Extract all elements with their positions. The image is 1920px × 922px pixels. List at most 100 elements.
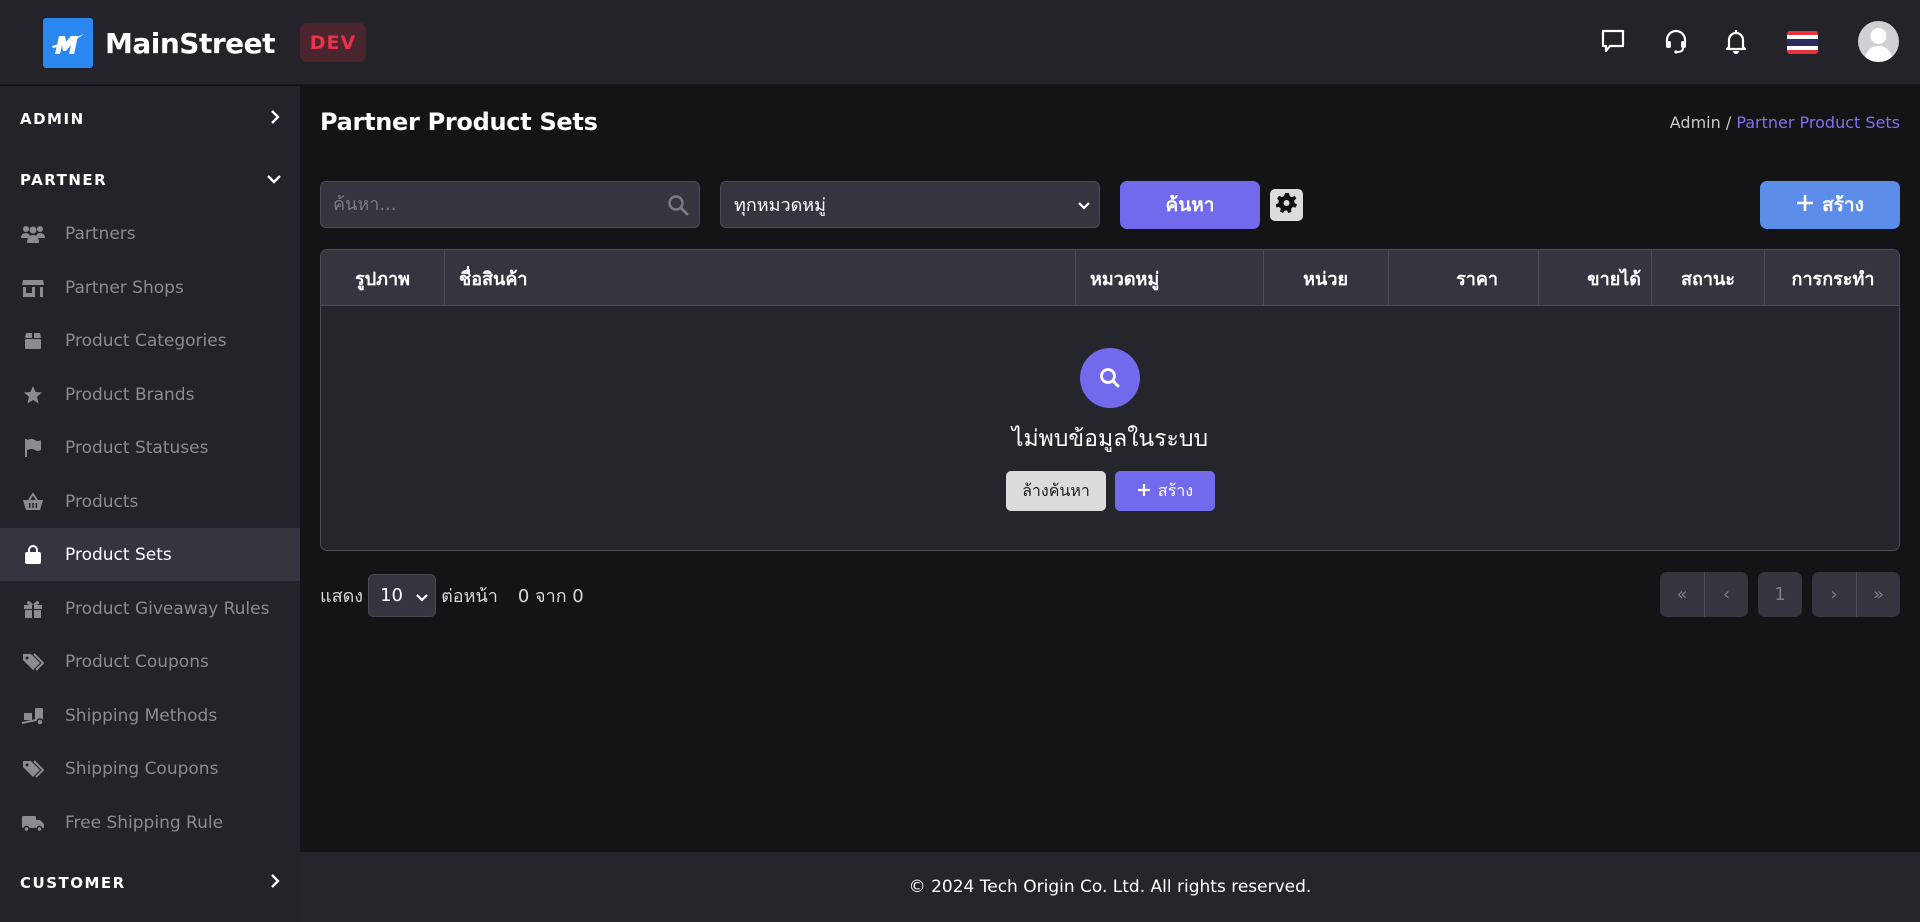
breadcrumb-separator: / — [1720, 113, 1737, 132]
dolly-icon — [21, 704, 45, 728]
show-label: แสดง — [320, 586, 364, 607]
footer: © 2024 Tech Origin Co. Ltd. All rights r… — [300, 852, 1920, 922]
truck-icon — [21, 811, 45, 835]
record-count: 0 จาก 0 — [517, 586, 584, 607]
tags-icon — [21, 650, 45, 674]
sidebar-item-shipping-methods[interactable]: Shipping Methods — [0, 689, 300, 742]
column-header-actions: การกระทำ — [1791, 268, 1875, 290]
sidebar-item-label: Product Giveaway Rules — [65, 598, 270, 619]
pagination-forward-group: › » — [1812, 572, 1900, 617]
sidebar-item-label: Partner Shops — [65, 277, 184, 298]
product-sets-table: รูปภาพ ชื่อสินค้า หมวดหมู่ หน่วย ราคา ขา… — [320, 249, 1900, 551]
sidebar-section-admin[interactable]: ADMIN — [20, 104, 282, 134]
clear-search-button[interactable]: ล้างค้นหา — [1006, 471, 1106, 511]
sidebar-item-label: Product Statuses — [65, 437, 209, 458]
breadcrumb-root[interactable]: Admin — [1670, 113, 1721, 132]
section-label: PARTNER — [20, 171, 108, 189]
sidebar-item-label: Product Coupons — [65, 651, 209, 672]
empty-search-icon — [1080, 348, 1140, 408]
sidebar-item-product-brands[interactable]: Product Brands — [0, 368, 300, 421]
column-header-price[interactable]: ราคา — [1389, 250, 1539, 306]
gear-icon — [1275, 192, 1298, 218]
breadcrumb-current: Partner Product Sets — [1736, 113, 1900, 132]
column-header-image[interactable]: รูปภาพ — [321, 250, 445, 306]
section-label: CUSTOMER — [20, 874, 126, 892]
box-icon — [21, 329, 45, 353]
next-page-button[interactable]: › — [1812, 572, 1856, 617]
sidebar-item-label: Shipping Coupons — [65, 758, 219, 779]
column-header-unit[interactable]: หน่วย — [1264, 250, 1389, 306]
create-button[interactable]: สร้าง — [1760, 181, 1900, 229]
per-page-value: 10 — [380, 585, 403, 606]
empty-create-button[interactable]: สร้าง — [1115, 471, 1215, 511]
chevron-down-icon — [266, 171, 282, 190]
column-header-sellable[interactable]: ขายได้ — [1539, 250, 1652, 306]
sidebar-item-products[interactable]: Products — [0, 475, 300, 528]
copyright-text: © 2024 Tech Origin Co. Ltd. All rights r… — [908, 877, 1312, 897]
first-page-button[interactable]: « — [1660, 572, 1704, 617]
column-header-product-name[interactable]: ชื่อสินค้า — [445, 250, 1076, 306]
chevron-down-icon — [415, 589, 429, 610]
top-bar: MainStreet DEV — [0, 0, 1920, 85]
shopping-bag-icon — [21, 543, 45, 567]
chevron-right-icon — [268, 109, 282, 129]
tags-icon — [21, 757, 45, 781]
pagination-back-group: « ‹ — [1660, 572, 1748, 617]
sidebar-item-partner-shops[interactable]: Partner Shops — [0, 261, 300, 314]
settings-button[interactable] — [1270, 189, 1303, 221]
sidebar-item-label: Free Shipping Rule — [65, 812, 224, 833]
section-label: ADMIN — [20, 110, 85, 128]
column-header-status[interactable]: สถานะ — [1652, 250, 1765, 306]
sidebar: ADMIN PARTNER Partners Partner Shops Pro… — [0, 86, 300, 922]
sidebar-section-customer[interactable]: CUSTOMER — [20, 868, 282, 898]
sidebar-item-label: Product Categories — [65, 330, 227, 351]
bell-icon[interactable] — [1721, 26, 1751, 56]
gift-icon — [21, 597, 45, 621]
brand-name: MainStreet — [105, 26, 276, 60]
main-content: Partner Product Sets Admin / Partner Pro… — [300, 86, 1920, 852]
sidebar-section-partner[interactable]: PARTNER — [20, 165, 282, 195]
star-icon — [21, 383, 45, 407]
chat-icon[interactable] — [1598, 26, 1628, 56]
per-page-suffix: ต่อหน้า — [441, 586, 498, 607]
mainstreet-logo-icon — [43, 18, 93, 68]
breadcrumb: Admin / Partner Product Sets — [1670, 113, 1900, 132]
sidebar-item-product-statuses[interactable]: Product Statuses — [0, 421, 300, 474]
sidebar-item-partners[interactable]: Partners — [0, 207, 300, 260]
sidebar-item-free-shipping-rule[interactable]: Free Shipping Rule — [0, 796, 300, 849]
sidebar-item-product-giveaway-rules[interactable]: Product Giveaway Rules — [0, 582, 300, 635]
page-number-button[interactable]: 1 — [1758, 572, 1802, 617]
flag-icon — [21, 436, 45, 460]
category-select[interactable]: ทุกหมวดหมู่ — [720, 181, 1100, 228]
search-icon[interactable] — [667, 194, 689, 220]
search-field — [320, 181, 700, 228]
sidebar-item-product-coupons[interactable]: Product Coupons — [0, 635, 300, 688]
empty-create-label: สร้าง — [1157, 480, 1194, 500]
user-avatar[interactable] — [1858, 21, 1899, 62]
sidebar-item-shipping-coupons[interactable]: Shipping Coupons — [0, 742, 300, 795]
store-icon — [21, 276, 45, 300]
sidebar-item-label: Product Sets — [65, 544, 172, 565]
plus-icon — [1137, 482, 1151, 501]
per-page-select[interactable]: 10 — [368, 574, 437, 617]
sidebar-item-product-sets[interactable]: Product Sets — [0, 528, 300, 581]
headset-icon[interactable] — [1661, 26, 1691, 56]
env-badge: DEV — [300, 23, 366, 62]
plus-icon — [1796, 194, 1814, 217]
page-title: Partner Product Sets — [320, 108, 598, 136]
sidebar-item-label: Product Brands — [65, 384, 195, 405]
sidebar-item-label: Products — [65, 491, 139, 512]
empty-state: ไม่พบข้อมูลในระบบ ล้างค้นหา สร้าง — [321, 306, 1899, 550]
sidebar-item-product-categories[interactable]: Product Categories — [0, 314, 300, 367]
pagination-current-group: 1 — [1758, 572, 1802, 617]
chevron-down-icon — [1077, 197, 1091, 218]
search-button[interactable]: ค้นหา — [1120, 181, 1260, 229]
prev-page-button[interactable]: ‹ — [1704, 572, 1748, 617]
column-header-category[interactable]: หมวดหมู่ — [1076, 250, 1264, 306]
chevron-right-icon — [268, 873, 282, 893]
last-page-button[interactable]: » — [1856, 572, 1900, 617]
search-input[interactable] — [321, 182, 699, 227]
thai-flag-icon[interactable] — [1787, 31, 1818, 54]
per-page-control: แสดง 10 ต่อหน้า 0 จาก 0 — [320, 574, 584, 617]
brand-logo[interactable]: MainStreet — [43, 18, 276, 68]
